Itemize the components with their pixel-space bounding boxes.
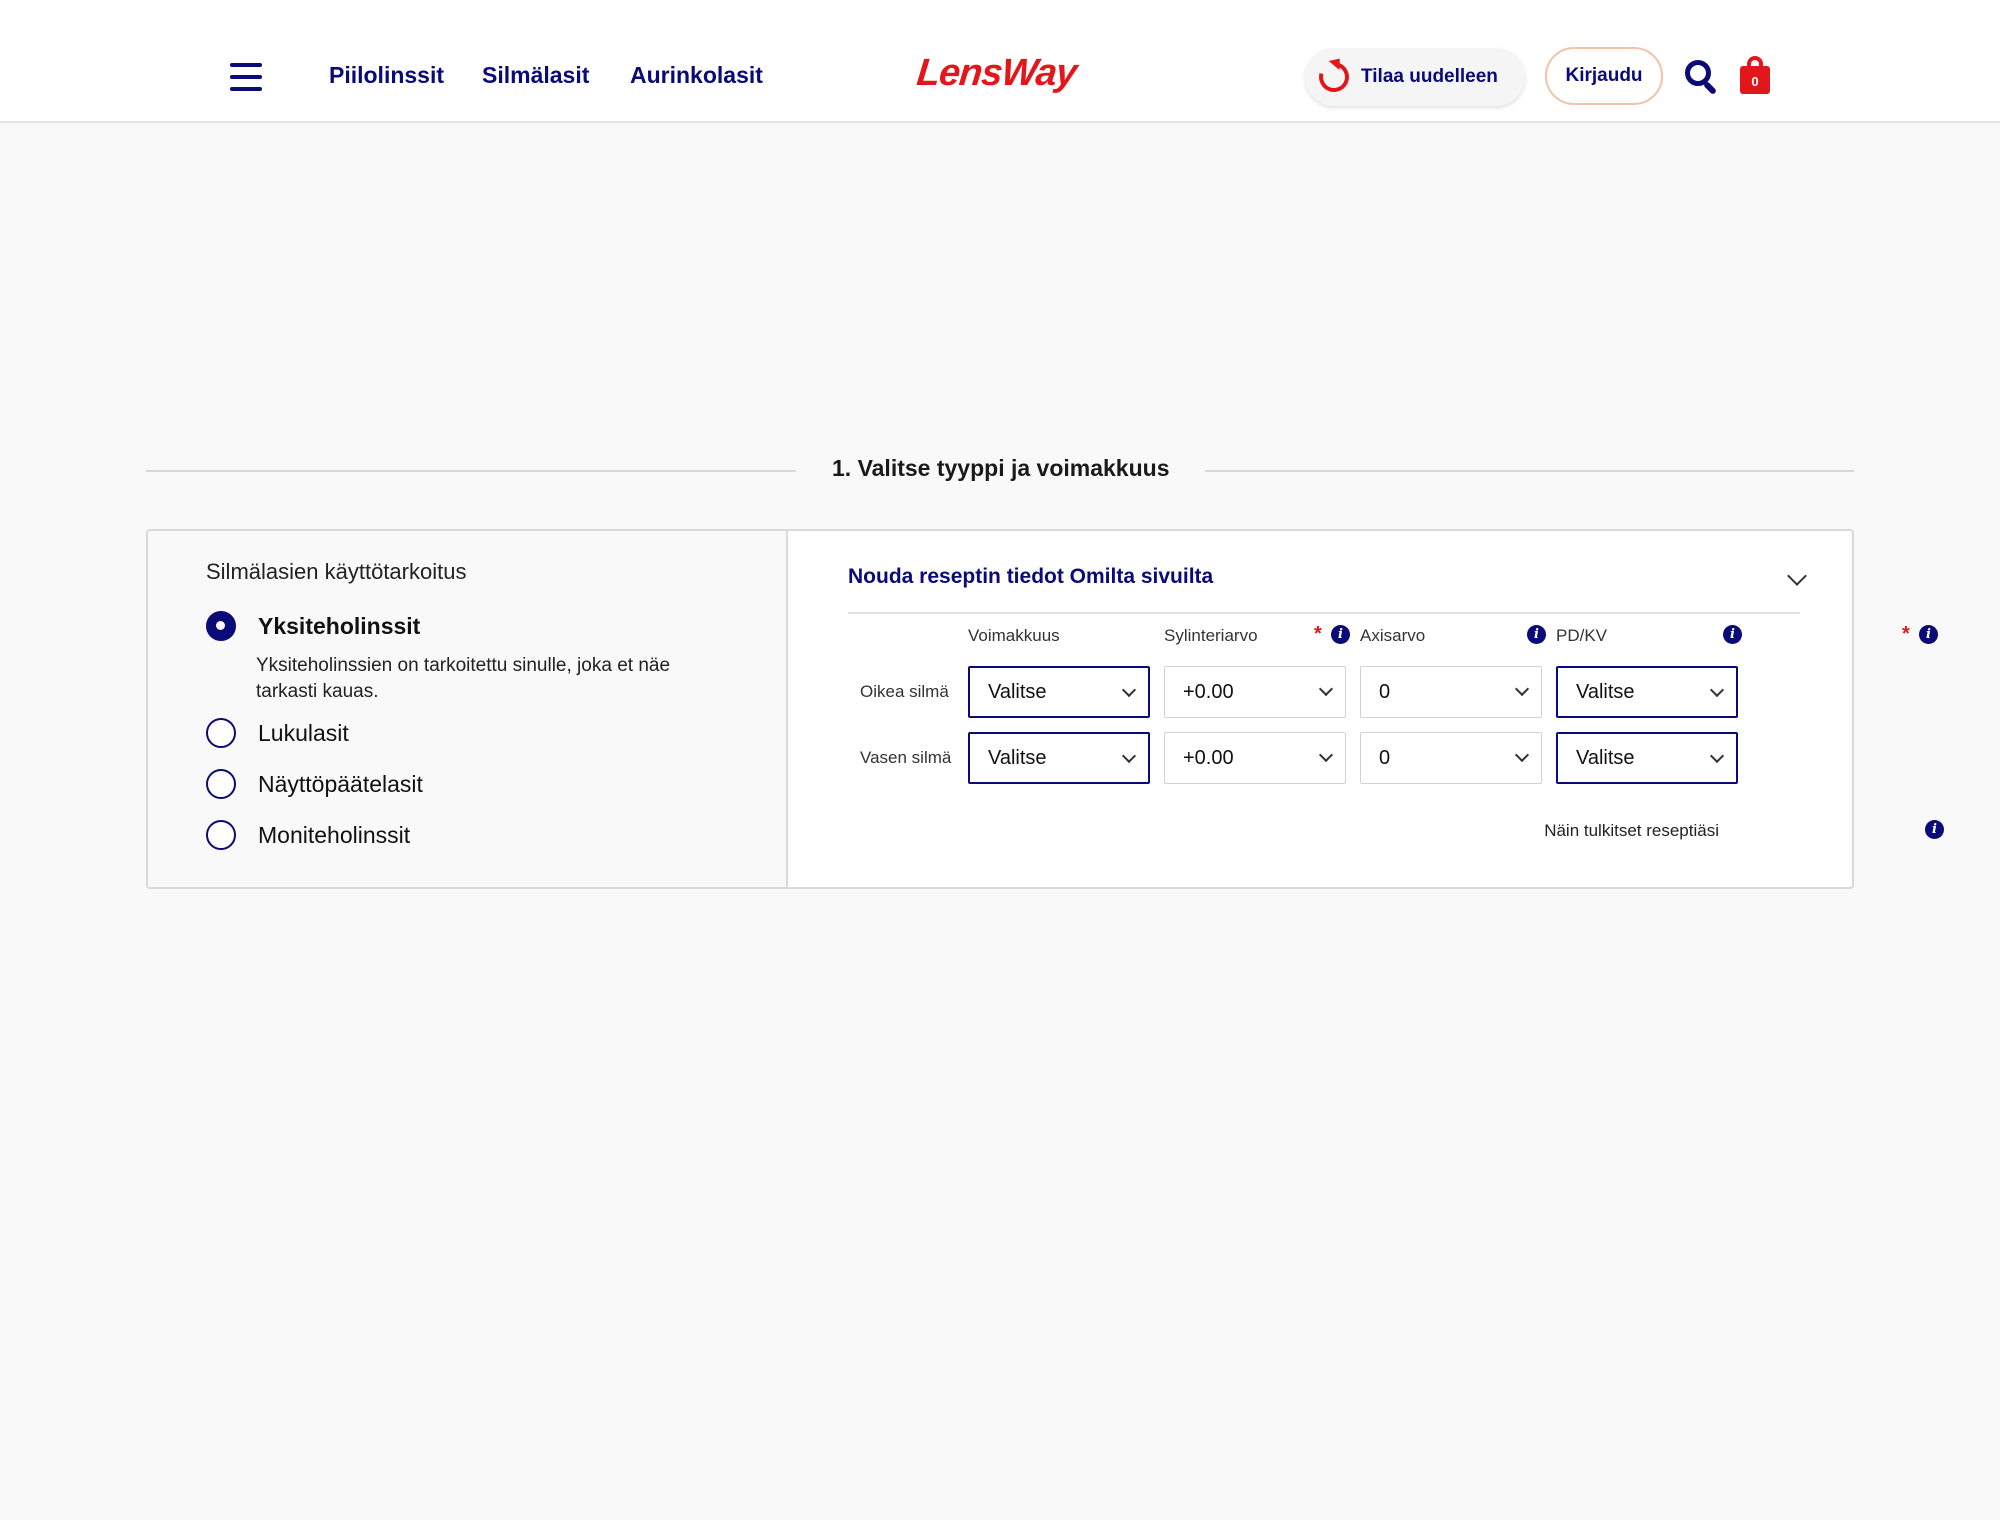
select-right-cylinder[interactable]: +0.00 [1164,666,1346,718]
chevron-down-icon [1709,748,1725,764]
menu-icon[interactable] [230,63,262,91]
radio-unchecked-icon[interactable] [206,718,236,748]
radio-label: Näyttöpäätelasit [258,770,423,797]
cart-count-badge: 0 [1740,66,1770,94]
nav-link-piilolinssit[interactable]: Piilolinssit [329,62,444,89]
radio-option-yksiteholinssit[interactable]: Yksiteholinssit [206,611,420,641]
reorder-button[interactable]: Tilaa uudelleen [1305,48,1525,106]
purpose-title: Silmälasien käyttötarkoitus [206,559,467,584]
select-left-cylinder[interactable]: +0.00 [1164,732,1346,784]
select-value: +0.00 [1183,680,1234,703]
prescription-panel: Nouda reseptin tiedot Omilta sivuilta Vo… [790,531,1944,887]
select-value: Valitse [988,680,1047,703]
section-title: 1. Valitse tyyppi ja voimakkuus [832,455,1170,481]
nav-link-silmalasit[interactable]: Silmälasit [482,62,589,89]
info-icon[interactable]: i [1723,625,1742,644]
radio-option-moniteholinssit[interactable]: Moniteholinssit [206,820,410,850]
column-header-pd-kv: PD/KV [1556,626,1608,645]
lensway-logo[interactable]: LensWay [915,52,1079,95]
reorder-label: Tilaa uudelleen [1361,66,1498,87]
section-divider-left [146,470,796,472]
radio-option-nayttopaatelasit[interactable]: Näyttöpäätelasit [206,769,423,799]
select-value: Valitse [988,746,1047,769]
radio-checked-icon[interactable] [206,611,236,641]
select-value: 0 [1379,746,1391,769]
select-right-sphere[interactable]: Valitse [968,666,1150,718]
radio-label: Yksiteholinssit [258,612,421,639]
select-left-pd[interactable]: Valitse [1556,732,1738,784]
select-right-axis[interactable]: 0 [1360,666,1542,718]
row-label-right-eye: Oikea silmä [860,682,949,701]
column-header-voimakkuus: Voimakkuus [968,626,1060,645]
nav-link-aurinkolasit[interactable]: Aurinkolasit [630,62,763,89]
lens-config-card: Silmälasien käyttötarkoitus Yksiteholins… [146,529,1944,889]
required-marker: * [1902,623,1910,645]
radio-label: Moniteholinssit [258,821,411,848]
fetch-prescription-link[interactable]: Nouda reseptin tiedot Omilta sivuilta [848,565,1213,589]
chevron-down-icon[interactable] [1787,566,1807,586]
refresh-icon [1313,56,1355,98]
chevron-down-icon [1121,682,1137,698]
select-value: Valitse [1576,746,1635,769]
chevron-down-icon [1318,681,1334,697]
column-header-sylinteriarvo: Sylinteriarvo [1164,626,1258,645]
radio-option-lukulasit[interactable]: Lukulasit [206,718,349,748]
radio-unchecked-icon[interactable] [206,769,236,799]
purpose-panel: Silmälasien käyttötarkoitus Yksiteholins… [148,531,788,887]
row-label-left-eye: Vasen silmä [860,748,952,767]
site-header: Piilolinssit Silmälasit Aurinkolasit Len… [0,0,2000,123]
chevron-down-icon [1121,748,1137,764]
select-value: Valitse [1576,680,1635,703]
select-right-pd[interactable]: Valitse [1556,666,1738,718]
select-left-sphere[interactable]: Valitse [968,732,1150,784]
info-icon[interactable]: i [1919,625,1938,644]
info-icon[interactable]: i [1331,625,1350,644]
info-icon[interactable]: i [1527,625,1546,644]
search-icon[interactable] [1685,60,1719,96]
column-header-axisarvo: Axisarvo [1360,626,1426,645]
select-value: +0.00 [1183,746,1234,769]
chevron-down-icon [1514,681,1530,697]
info-icon[interactable]: i [1925,820,1944,839]
chevron-down-icon [1514,747,1530,763]
select-value: 0 [1379,680,1391,703]
login-button[interactable]: Kirjaudu [1545,47,1663,105]
chevron-down-icon [1709,682,1725,698]
cart-icon[interactable]: 0 [1740,56,1770,94]
select-left-axis[interactable]: 0 [1360,732,1542,784]
divider [848,612,1800,614]
option-description: Yksiteholinssien on tarkoitettu sinulle,… [256,655,671,702]
prescription-help-link[interactable]: Näin tulkitset reseptiäsi [1544,821,1719,841]
radio-label: Lukulasit [258,719,349,746]
section-divider-right [1205,470,1854,472]
radio-unchecked-icon[interactable] [206,820,236,850]
chevron-down-icon [1318,747,1334,763]
required-marker: * [1314,623,1322,645]
